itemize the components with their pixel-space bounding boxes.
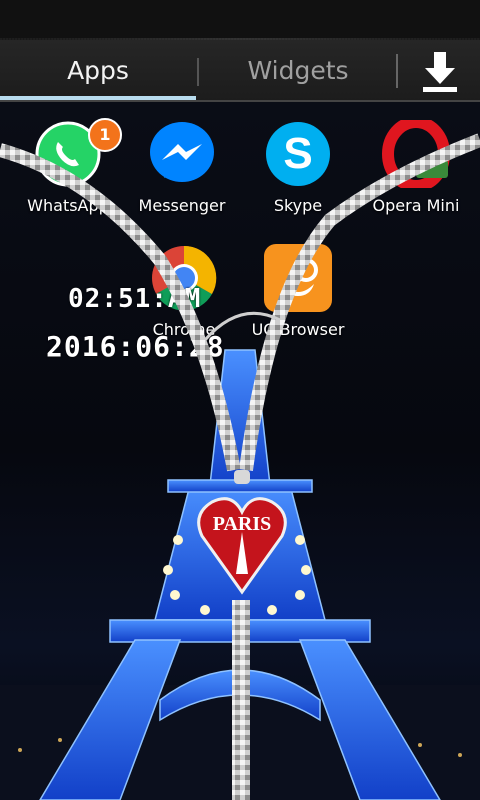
app-skype[interactable]: S Skype <box>238 102 358 222</box>
lock-clock-date: 2016:06:28 <box>46 330 225 363</box>
download-icon <box>423 52 457 92</box>
download-button[interactable] <box>406 44 474 98</box>
notification-badge: 1 <box>88 118 122 152</box>
app-opera[interactable]: Opera Mini <box>356 102 476 222</box>
zipper-heart-pull[interactable]: PARIS <box>194 470 290 600</box>
app-uc-browser[interactable]: UC Browser <box>238 226 358 346</box>
heart-icon: PARIS <box>197 470 287 595</box>
tab-separator <box>396 54 398 88</box>
app-label-skype: Skype <box>273 196 323 215</box>
app-label-uc-browser: UC Browser <box>251 320 345 339</box>
tab-divider <box>0 100 480 102</box>
app-messenger[interactable]: Messenger <box>122 102 242 222</box>
tab-separator <box>197 58 199 86</box>
app-label-opera: Opera Mini <box>372 196 460 215</box>
svg-text:S: S <box>283 129 312 178</box>
app-label-whatsapp: WhatsApp <box>27 196 109 215</box>
lock-clock-time: 02:51:AM <box>68 284 202 314</box>
app-label-messenger: Messenger <box>138 196 226 215</box>
tab-apps[interactable]: Apps <box>0 40 196 98</box>
skype-icon: S <box>266 122 330 186</box>
opera-icon <box>382 120 450 188</box>
uc-browser-icon <box>264 244 332 312</box>
app-whatsapp[interactable]: 1 WhatsApp <box>8 102 128 222</box>
heart-text: PARIS <box>213 513 272 535</box>
tab-widgets[interactable]: Widgets <box>200 40 396 98</box>
messenger-icon <box>150 122 214 182</box>
screen: Apps Widgets 1 WhatsApp Messenger S Skyp… <box>0 0 480 800</box>
status-bar <box>0 0 480 38</box>
